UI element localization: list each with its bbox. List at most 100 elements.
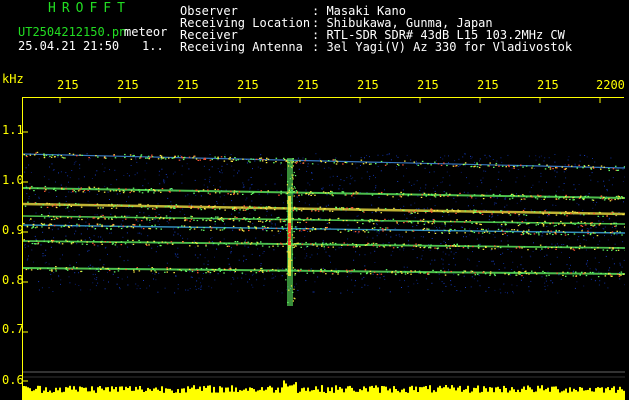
band-speckle [222,218,224,220]
noise-dot [554,176,556,178]
noise-dot [373,189,375,191]
noise-dot [377,154,379,156]
noise-dot [179,211,181,213]
level-bar [131,390,133,400]
noise-dot [619,264,621,266]
noise-dot [500,240,502,242]
noise-dot [233,169,235,171]
band-speckle [548,211,551,213]
band-speckle [282,228,284,230]
noise-dot [93,235,95,237]
band-speckle [51,270,53,272]
band-speckle [297,242,299,244]
band-speckle [544,221,547,223]
band-speckle [426,210,428,212]
band-speckle [150,270,152,272]
band-speckle [310,218,312,220]
noise-dot [182,208,184,210]
band-speckle [583,198,585,200]
band-speckle [253,217,255,219]
noise-dot [454,286,456,287]
band-speckle [111,217,113,219]
band-speckle [165,215,168,217]
band-speckle [258,206,260,208]
noise-dot [142,185,144,187]
band-speckle [199,159,201,161]
band-speckle [233,206,236,208]
noise-dot [590,227,592,229]
noise-dot [476,228,478,230]
band-speckle [115,190,117,192]
meteor-speckle [287,159,289,161]
noise-dot [60,283,61,285]
noise-dot [487,228,489,230]
band-speckle [260,190,262,192]
band-speckle [196,269,199,272]
band-speckle [78,224,80,226]
band-speckle [448,245,450,247]
noise-dot [389,291,391,293]
band-speckle [513,229,516,231]
band-speckle [29,186,32,188]
level-bar [145,390,147,400]
level-bar [341,388,343,400]
band-speckle [160,228,162,230]
band-speckle [464,232,466,234]
noise-dot [125,207,127,209]
level-bar [317,389,319,400]
level-bar [553,386,555,400]
band-speckle [164,158,167,160]
band-speckle [555,167,557,169]
noise-dot [494,236,496,238]
band-speckle [493,273,496,275]
band-speckle [407,272,409,274]
band-speckle [123,190,126,192]
band-speckle [51,154,54,156]
band-speckle [382,220,384,222]
band-speckle [217,189,219,191]
noise-dot [444,231,446,233]
band-speckle [304,160,306,162]
band-speckle [254,209,256,211]
band-speckle [61,243,64,245]
noise-dot [388,153,390,155]
band-speckle [65,188,67,190]
band-speckle [349,208,351,210]
band-speckle [270,269,272,271]
band-speckle [599,222,601,225]
band-speckle [265,220,267,222]
band-speckle [445,192,448,194]
band-speckle [169,217,171,219]
band-speckle [523,246,526,248]
noise-dot [390,236,392,238]
band-speckle [404,273,407,275]
band-speckle [209,159,212,161]
meteor-speckle [287,272,289,274]
noise-dot [485,170,487,172]
band-speckle [134,217,137,219]
noise-dot [97,245,99,247]
band-speckle [193,155,195,157]
band-speckle [162,218,165,220]
band-speckle [299,269,302,272]
band-speckle [322,210,324,212]
level-bar [357,391,359,400]
noise-dot [500,292,502,294]
level-bar [495,387,497,400]
band-speckle [97,270,100,272]
band-speckle [565,275,567,277]
band-speckle [151,225,153,227]
noise-dot [41,287,43,289]
band-speckle [620,274,622,276]
band-speckle [588,213,590,215]
band-speckle [571,165,573,167]
noise-dot [246,197,248,199]
band-speckle [431,211,433,213]
noise-dot [237,290,239,292]
band-speckle [415,243,417,245]
noise-dot [143,212,145,214]
band-speckle [43,153,45,155]
noise-dot [198,277,200,279]
meteor-speckle [290,211,292,213]
noise-dot [466,197,468,199]
